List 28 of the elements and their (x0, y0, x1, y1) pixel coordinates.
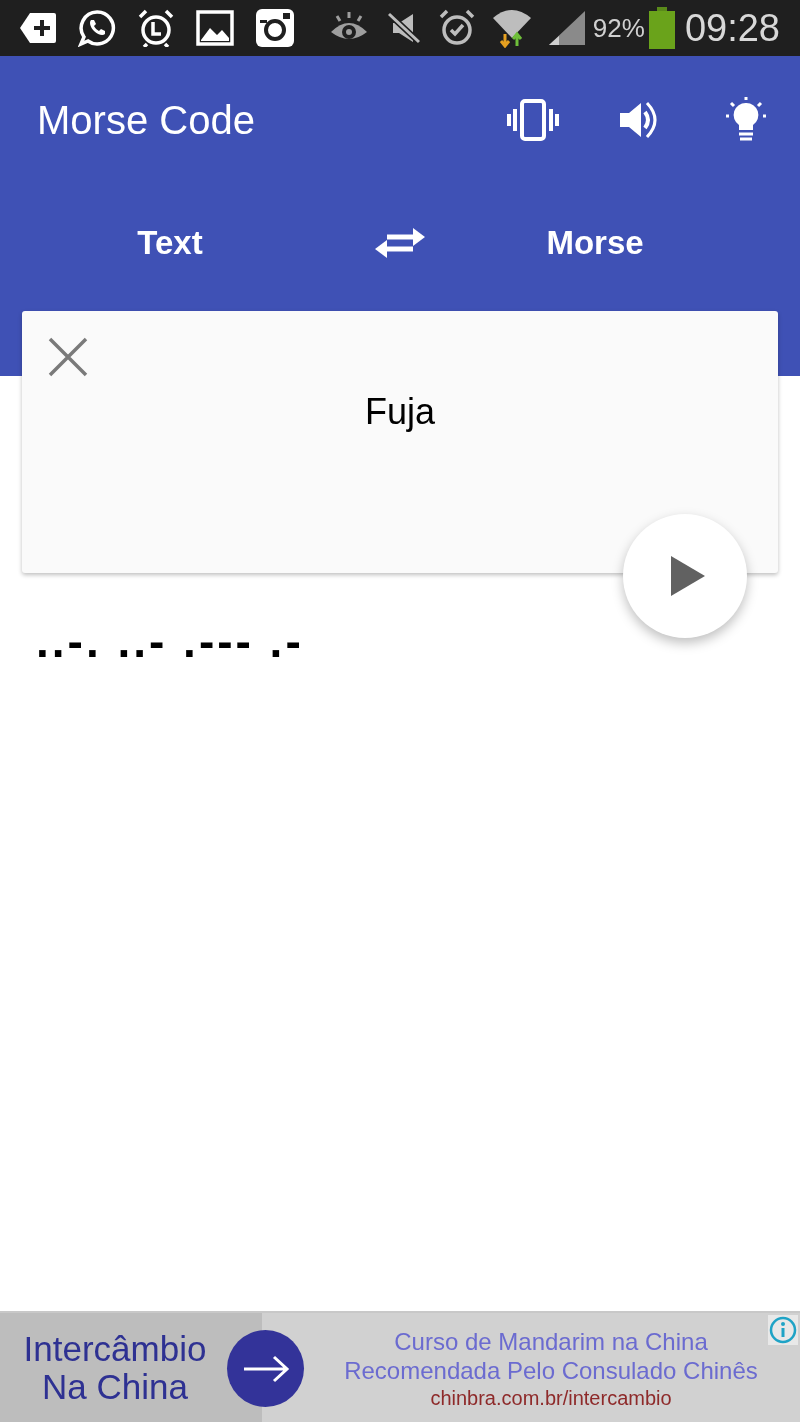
mute-icon (386, 12, 421, 44)
play-button[interactable] (623, 514, 747, 638)
image-icon (196, 10, 234, 46)
wifi-icon (492, 8, 531, 48)
battery-icon (648, 7, 675, 49)
ad-url-link[interactable]: chinbra.com.br/intercambio (430, 1384, 672, 1411)
target-language-label: Morse (546, 223, 644, 264)
tag-plus-icon (20, 13, 56, 43)
ad-headline: Intercâmbio Na China (22, 1329, 208, 1406)
vibrating-phone-icon (506, 99, 560, 141)
close-icon (48, 337, 88, 377)
alarm-clock-icon (138, 9, 174, 47)
source-language-label: Text (137, 223, 203, 264)
swap-arrows-icon (373, 226, 427, 260)
morse-output-text: ..-. ..- .--- .- (36, 615, 304, 667)
play-icon (671, 556, 705, 596)
ad-text-line: Curso de Mandarim na China (394, 1326, 708, 1356)
battery-percent-text: 92% (592, 11, 645, 45)
camera-icon (256, 9, 294, 47)
signal-icon (548, 11, 585, 45)
alarm-clock-icon (438, 9, 475, 47)
app-title: Morse Code (37, 97, 255, 144)
ad-text-line: Recomendada Pelo Consulado Chinês (344, 1355, 758, 1385)
text-input-field[interactable]: Fuja (122, 387, 678, 437)
clock-text: 09:28 (684, 5, 780, 51)
ad-banner[interactable]: Intercâmbio Na China Curso de Mandarim na China Recomendada Pelo Consulado Chinês chinbra.com.br/intercambio (0, 1311, 800, 1422)
chat-bubble-icon (78, 9, 116, 47)
light-bulb-icon (725, 97, 767, 143)
